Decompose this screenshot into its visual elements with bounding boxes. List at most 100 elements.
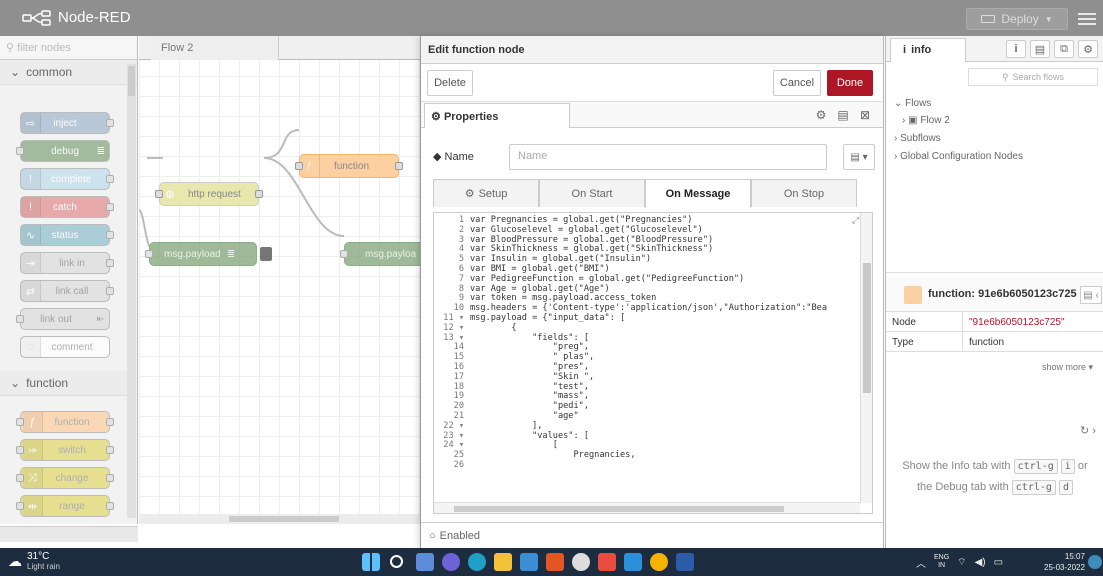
tab-on-message[interactable]: On Message — [645, 179, 751, 208]
palette-node-comment[interactable]: ◌ comment — [20, 336, 110, 358]
workspace-scrollbar[interactable] — [139, 514, 420, 524]
tab-info[interactable]: i info — [890, 38, 966, 62]
windows-taskbar: ☁ 31°C Light rain ︿ ENG IN ⌔ ◀) ▭ 15:07 25-… — [0, 548, 1103, 576]
done-button[interactable]: Done — [827, 70, 873, 96]
function-tabs: ⚙ Setup On Start On Message On Stop — [433, 179, 857, 208]
battery-icon[interactable]: ▭ — [994, 557, 1003, 568]
exclamation-icon: ! — [21, 169, 41, 189]
info-icon[interactable]: i — [1006, 40, 1026, 58]
gear-icon[interactable]: ⚙ — [813, 107, 829, 123]
circle-icon: ○ — [429, 530, 436, 542]
book-icon[interactable]: ▤ — [1030, 40, 1050, 58]
palette-node-complete[interactable]: ! complete — [20, 168, 114, 190]
name-input[interactable]: Name — [509, 144, 827, 170]
clock[interactable]: 15:07 25-03-2022 — [1044, 551, 1085, 573]
palette-node-range[interactable]: ⇹ range — [16, 495, 114, 517]
deploy-button[interactable]: Deploy ▼ — [966, 8, 1068, 30]
line-number: 26 — [453, 460, 464, 470]
config-icon[interactable]: ⧉ — [1054, 40, 1074, 58]
palette-node-debug[interactable]: debug ≣ — [16, 140, 110, 162]
category-function-header[interactable]: ⌄ function — [0, 371, 127, 396]
chat-icon[interactable] — [442, 553, 460, 571]
workspace-node-function[interactable]: ƒ function — [295, 154, 403, 178]
editor-horizontal-scrollbar[interactable] — [434, 502, 860, 513]
chevron-down-icon: ⌄ — [894, 98, 906, 109]
cancel-button[interactable]: Cancel — [773, 70, 821, 96]
edge-browser-icon[interactable] — [468, 553, 486, 571]
palette-filter-input[interactable]: ⚲ filter nodes — [0, 36, 137, 60]
info-icon: i — [903, 44, 907, 56]
palette-node-function[interactable]: ƒ function — [16, 411, 114, 433]
tab-on-stop[interactable]: On Stop — [751, 179, 857, 207]
task-view-icon[interactable] — [416, 553, 434, 571]
search-icon: ⚲ — [6, 42, 15, 54]
workspace-node-msg-payload-debug[interactable]: msg.payload ≣ — [145, 242, 272, 266]
show-more-link[interactable]: show more ▾ — [1042, 362, 1093, 373]
tree-global-config[interactable]: › Global Configuration Nodes — [894, 151, 1023, 162]
palette-node-inject[interactable]: ⇨ inject — [20, 112, 114, 134]
refresh-icon[interactable]: ↻ › — [1080, 424, 1096, 437]
word-icon[interactable] — [676, 553, 694, 571]
chevron-down-icon: ⌄ — [10, 65, 21, 79]
list-icon: ≣ — [96, 145, 105, 157]
windows-start-icon[interactable] — [362, 553, 380, 571]
mail-icon[interactable] — [520, 553, 538, 571]
tab-on-start[interactable]: On Start — [539, 179, 645, 207]
gear-icon[interactable]: ⚙ — [1078, 40, 1098, 58]
enabled-toggle[interactable]: ○ Enabled — [429, 530, 480, 542]
globe-icon: ◍ — [165, 188, 175, 200]
palette-node-catch[interactable]: ! catch — [20, 196, 114, 218]
expand-icon[interactable]: ⤢ — [852, 216, 859, 227]
icon-select-button[interactable]: ▤ ▾ — [843, 144, 875, 170]
copy-icon[interactable]: ▤ ‹ — [1080, 286, 1102, 304]
notification-icon[interactable] — [1088, 555, 1102, 569]
node-info-header: function: 91e6b6050123c725 ▤ ‹ — [886, 278, 1103, 312]
chrome-icon[interactable] — [650, 553, 668, 571]
sidebar: i info i ▤ ⧉ ⚙ ⚲ Search flows ⌄ Flows › ▣ … — [885, 36, 1103, 548]
code-line[interactable]: Pregnancies, — [470, 450, 635, 461]
link-in-icon: ⇥ — [21, 253, 41, 273]
tray-title: Edit function node — [421, 36, 883, 64]
vscode-icon[interactable] — [624, 553, 642, 571]
palette-scrollbar[interactable] — [127, 64, 136, 518]
prop-row-type: Type function — [886, 332, 1103, 352]
weather-widget[interactable]: ☁ 31°C Light rain — [8, 552, 60, 572]
file-explorer-icon[interactable] — [494, 553, 512, 571]
wires — [139, 129, 345, 247]
delete-button[interactable]: Delete — [427, 70, 473, 96]
tree-flow-2[interactable]: › ▣ Flow 2 — [902, 115, 950, 126]
arrow-right-icon: ⇨ — [21, 113, 41, 133]
app-icon[interactable] — [598, 553, 616, 571]
header-bar: Node-RED Deploy ▼ — [0, 0, 1103, 36]
palette-node-link-in[interactable]: ⇥ link in — [20, 252, 114, 274]
volume-icon[interactable]: ◀) — [975, 557, 986, 568]
search-icon[interactable] — [390, 555, 403, 568]
editor-vertical-scrollbar[interactable] — [860, 213, 872, 503]
code-editor[interactable]: 1 2 3 4 5 6 7 8 9 10 11 ▾ 12 ▾ 13 ▾ 14 15 16 17 18 19 20 21 2… — [433, 212, 873, 514]
chevron-up-icon[interactable]: ︿ — [916, 555, 926, 570]
tab-setup[interactable]: ⚙ Setup — [433, 179, 539, 207]
debug-toggle-button[interactable] — [260, 247, 272, 261]
palette-node-link-out[interactable]: link out ⇤ — [16, 308, 110, 330]
palette-node-status[interactable]: ∿ status — [20, 224, 114, 246]
flow-workspace[interactable]: Flow 2 ƒ function ◍ http request msg.pay… — [139, 36, 434, 524]
properties-bar: ⚙ Properties ⚙ ▤ ⊠ — [421, 102, 883, 128]
category-common-header[interactable]: ⌄ common — [0, 60, 137, 85]
office-icon[interactable] — [546, 553, 564, 571]
chevron-down-icon[interactable]: ▼ — [1045, 15, 1053, 24]
search-icon: ⚲ — [1001, 71, 1009, 82]
palette-node-change[interactable]: ⤨ change — [16, 467, 114, 489]
terminal-icon[interactable] — [572, 553, 590, 571]
tree-flows[interactable]: ⌄ Flows — [894, 98, 931, 109]
appearance-icon[interactable]: ⊠ — [857, 107, 873, 123]
tab-properties[interactable]: ⚙ Properties — [424, 103, 570, 128]
language-indicator[interactable]: ENG IN — [934, 554, 949, 570]
palette-node-switch[interactable]: ⤖ switch — [16, 439, 114, 461]
tree-subflows[interactable]: › Subflows — [894, 133, 941, 144]
palette-node-link-call[interactable]: ⇄ link call — [20, 280, 114, 302]
main-menu-icon[interactable] — [1078, 10, 1096, 26]
description-icon[interactable]: ▤ — [835, 107, 851, 123]
search-flows-input[interactable]: ⚲ Search flows — [968, 68, 1098, 86]
workspace-node-http-request[interactable]: ◍ http request — [155, 182, 263, 206]
wifi-icon[interactable]: ⌔ — [957, 556, 966, 569]
